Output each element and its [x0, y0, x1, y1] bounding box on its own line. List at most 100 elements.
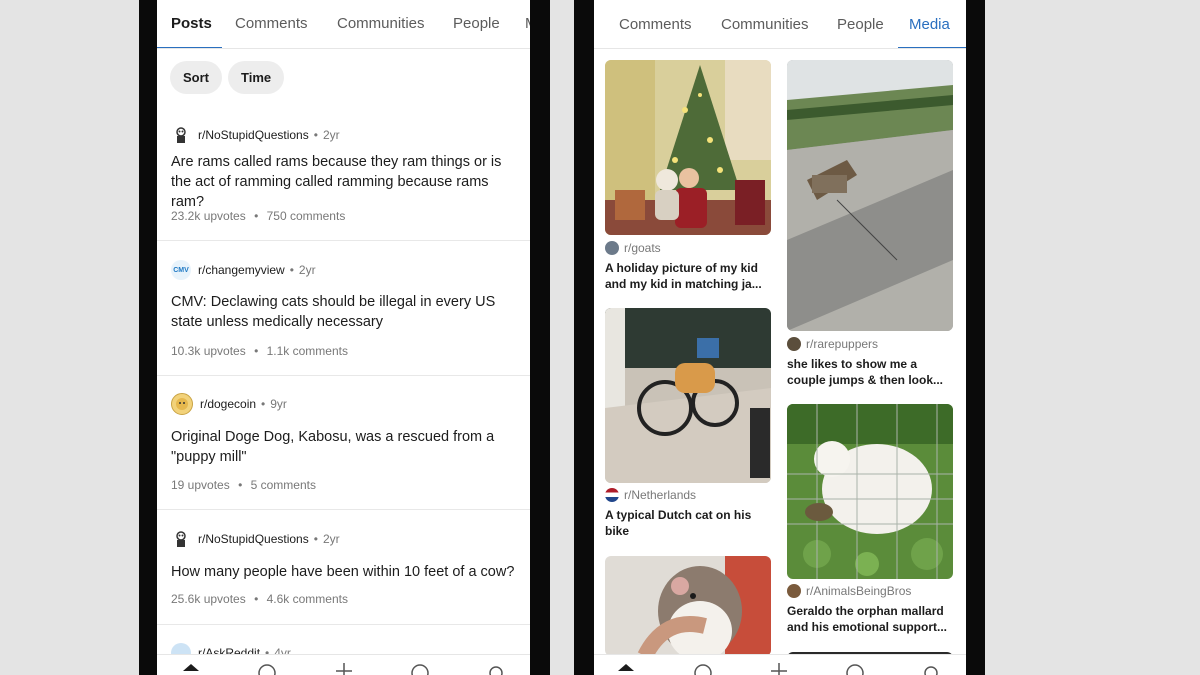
inbox-icon[interactable]	[486, 661, 506, 675]
media-item[interactable]: r/Netherlands A typical Dutch cat on his…	[605, 308, 775, 548]
post-age: 2yr	[322, 532, 340, 546]
comment-count: 750 comments	[266, 209, 346, 223]
comment-count: 5 comments	[250, 478, 316, 492]
subreddit-avatar: CMV	[171, 260, 191, 280]
upvote-count: 19 upvotes	[171, 478, 230, 492]
upvote-count: 25.6k upvotes	[171, 592, 246, 606]
upvote-count: 23.2k upvotes	[171, 209, 246, 223]
home-icon[interactable]	[181, 661, 201, 675]
chat-icon[interactable]	[845, 661, 865, 675]
time-chip[interactable]: Time	[228, 61, 285, 94]
post-stats: 19 upvotes • 5 comments	[171, 478, 316, 492]
media-meta: r/Netherlands	[605, 488, 696, 502]
subreddit-avatar	[605, 488, 619, 502]
separator-dot: •	[238, 478, 243, 492]
upvote-count: 10.3k upvotes	[171, 344, 246, 358]
media-thumbnail[interactable]	[605, 308, 771, 483]
tab-people[interactable]: People	[453, 15, 500, 32]
subreddit-name[interactable]: r/rarepuppers	[806, 337, 878, 351]
post-age: 2yr	[322, 128, 340, 142]
subreddit-name[interactable]: r/NoStupidQuestions	[198, 128, 309, 142]
communities-icon[interactable]	[693, 661, 713, 675]
media-meta: r/goats	[605, 241, 661, 255]
communities-icon[interactable]	[257, 661, 277, 675]
subreddit-name[interactable]: r/NoStupidQuestions	[198, 532, 309, 546]
subreddit-avatar	[787, 584, 801, 598]
tab-communities[interactable]: Communities	[721, 16, 809, 33]
post-item[interactable]: r/NoStupidQuestions • 2yr How many peopl…	[157, 528, 530, 625]
subreddit-name[interactable]: r/changemyview	[198, 263, 285, 277]
active-tab-indicator	[157, 47, 222, 48]
search-tabs: Comments Communities People Media	[594, 0, 966, 49]
comment-count: 1.1k comments	[266, 344, 348, 358]
tab-communities[interactable]: Communities	[337, 15, 425, 32]
media-meta: r/rarepuppers	[787, 337, 878, 351]
post-header: CMV r/changemyview • 2yr	[171, 259, 316, 281]
media-caption[interactable]: Geraldo the orphan mallard and his emoti…	[787, 603, 957, 635]
search-tabs: Posts Comments Communities People M	[157, 0, 530, 49]
create-icon[interactable]	[334, 661, 354, 675]
post-age: 2yr	[298, 263, 316, 277]
media-caption[interactable]: A typical Dutch cat on his bike	[605, 507, 760, 539]
separator-dot: •	[313, 128, 318, 142]
subreddit-avatar	[171, 393, 193, 415]
post-stats: 10.3k upvotes • 1.1k comments	[171, 344, 348, 358]
post-item[interactable]: CMV r/changemyview • 2yr CMV: Declawing …	[157, 259, 530, 376]
right-phone: Comments Communities People Media r/goat…	[574, 0, 985, 675]
separator-dot: •	[313, 532, 318, 546]
media-item[interactable]	[605, 556, 775, 656]
media-item[interactable]: r/goats A holiday picture of my kid and …	[605, 60, 775, 300]
subreddit-avatar	[171, 125, 191, 145]
tab-people[interactable]: People	[837, 16, 884, 33]
bottom-nav	[157, 654, 530, 675]
search-results-screen: Posts Comments Communities People M Sort…	[157, 0, 530, 675]
post-header: r/dogecoin • 9yr	[171, 393, 287, 415]
separator-dot: •	[254, 209, 259, 223]
tab-posts[interactable]: Posts	[171, 15, 212, 32]
post-item[interactable]: r/dogecoin • 9yr Original Doge Dog, Kabo…	[157, 393, 530, 510]
sort-chip[interactable]: Sort	[170, 61, 222, 94]
inbox-icon[interactable]	[921, 661, 941, 675]
left-phone: Posts Comments Communities People M Sort…	[139, 0, 550, 675]
tab-media[interactable]: Media	[909, 16, 950, 33]
post-stats: 25.6k upvotes • 4.6k comments	[171, 592, 348, 606]
separator-dot: •	[254, 344, 259, 358]
media-results-screen: Comments Communities People Media r/goat…	[594, 0, 966, 675]
post-item[interactable]: r/NoStupidQuestions • 2yr Are rams calle…	[157, 124, 530, 241]
post-age: 9yr	[270, 397, 287, 411]
post-header: r/NoStupidQuestions • 2yr	[171, 528, 340, 550]
create-icon[interactable]	[769, 661, 789, 675]
chat-icon[interactable]	[410, 661, 430, 675]
subreddit-name[interactable]: r/AnimalsBeingBros	[806, 584, 911, 598]
media-item[interactable]: r/AnimalsBeingBros Geraldo the orphan ma…	[787, 404, 957, 644]
separator-dot: •	[289, 263, 294, 277]
subreddit-name[interactable]: r/goats	[624, 241, 661, 255]
subreddit-avatar	[787, 337, 801, 351]
media-item[interactable]: r/rarepuppers she likes to show me a cou…	[787, 60, 957, 390]
home-icon[interactable]	[616, 661, 636, 675]
post-title[interactable]: Original Doge Dog, Kabosu, was a rescued…	[171, 427, 518, 467]
media-caption[interactable]: she likes to show me a couple jumps & th…	[787, 356, 957, 388]
post-title[interactable]: CMV: Declawing cats should be illegal in…	[171, 292, 518, 332]
media-thumbnail[interactable]	[787, 404, 953, 579]
media-meta: r/AnimalsBeingBros	[787, 584, 911, 598]
tab-comments[interactable]: Comments	[619, 16, 692, 33]
post-stats: 23.2k upvotes • 750 comments	[171, 209, 345, 223]
bottom-nav	[594, 654, 966, 675]
media-thumbnail[interactable]	[787, 60, 953, 331]
active-tab-indicator	[898, 47, 966, 48]
media-caption[interactable]: A holiday picture of my kid and my kid i…	[605, 260, 775, 292]
media-thumbnail[interactable]	[605, 60, 771, 235]
separator-dot: •	[261, 397, 266, 411]
tab-media[interactable]: M	[525, 15, 530, 32]
comment-count: 4.6k comments	[266, 592, 348, 606]
media-thumbnail[interactable]	[605, 556, 771, 656]
subreddit-avatar	[171, 529, 191, 549]
post-title[interactable]: How many people have been within 10 feet…	[171, 562, 518, 582]
post-title[interactable]: Are rams called rams because they ram th…	[171, 152, 518, 212]
subreddit-avatar	[605, 241, 619, 255]
subreddit-name[interactable]: r/dogecoin	[200, 397, 256, 411]
post-header: r/NoStupidQuestions • 2yr	[171, 124, 340, 146]
subreddit-name[interactable]: r/Netherlands	[624, 488, 696, 502]
tab-comments[interactable]: Comments	[235, 15, 308, 32]
